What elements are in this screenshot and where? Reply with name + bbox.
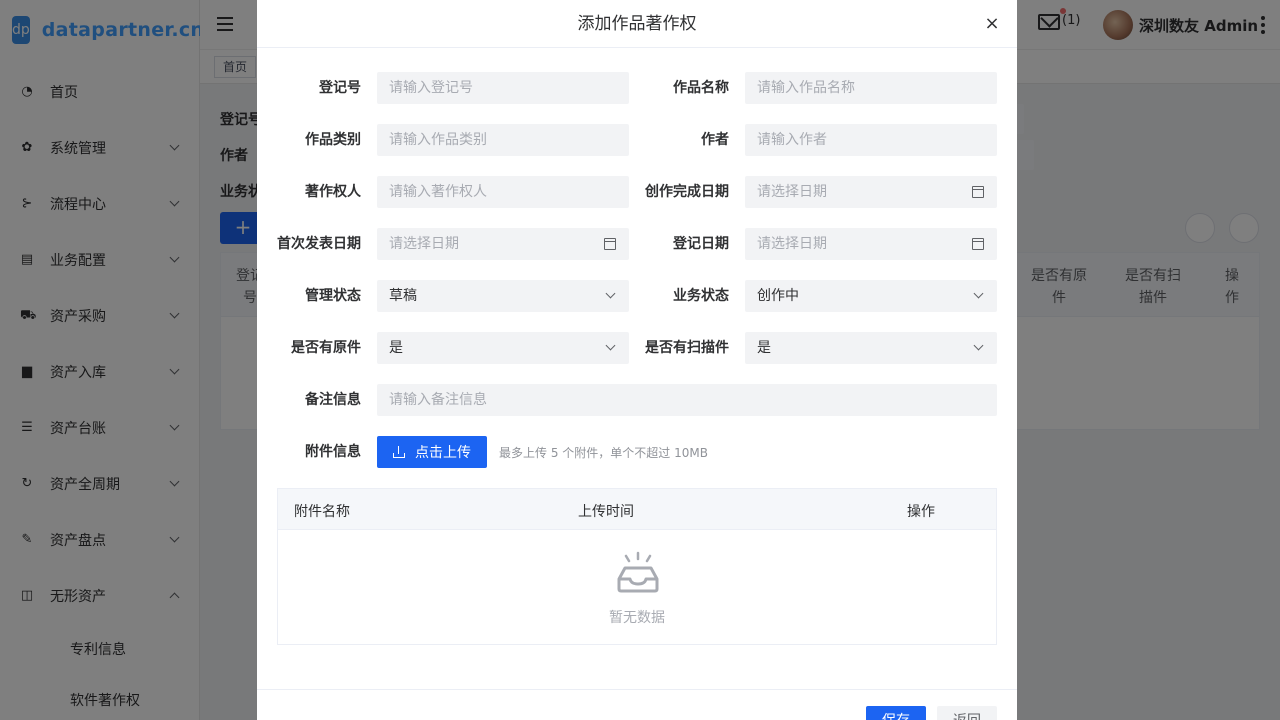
- field-label: 备注信息: [305, 392, 361, 408]
- upload-tip: 最多上传 5 个附件，单个不超过 10MB: [499, 446, 708, 460]
- publish-date-picker[interactable]: [377, 228, 629, 260]
- upload-button[interactable]: 点击上传: [377, 436, 487, 468]
- field-label: 著作权人: [305, 184, 361, 200]
- table-column-header: 附件名称: [294, 504, 350, 520]
- table-column-header: 上传时间: [578, 504, 634, 520]
- owner-input[interactable]: [377, 176, 629, 208]
- dialog-title: 添加作品著作权: [257, 0, 1017, 48]
- has-original-select[interactable]: 是: [377, 332, 629, 364]
- calendar-icon[interactable]: [972, 186, 984, 198]
- field-label: 首次发表日期: [277, 236, 361, 252]
- reg-date-picker[interactable]: [745, 228, 997, 260]
- field-label: 创作完成日期: [645, 184, 729, 200]
- close-icon[interactable]: ×: [984, 14, 1000, 34]
- calendar-icon[interactable]: [604, 238, 616, 250]
- empty-text: 暂无数据: [609, 610, 665, 626]
- dialog-footer: 保存 返回: [257, 689, 1017, 720]
- field-label: 作者: [701, 132, 729, 148]
- field-label: 是否有原件: [291, 340, 361, 356]
- field-label: 业务状态: [673, 288, 729, 304]
- calendar-icon[interactable]: [972, 238, 984, 250]
- upload-icon: [393, 446, 405, 458]
- remark-input[interactable]: [377, 384, 997, 416]
- complete-date-picker[interactable]: [745, 176, 997, 208]
- field-label: 登记日期: [673, 236, 729, 252]
- biz-status-select[interactable]: 创作中: [745, 280, 997, 312]
- upload-button-label: 点击上传: [415, 445, 471, 461]
- attachment-table: 附件名称 上传时间 操作 暂无数据: [277, 488, 997, 645]
- category-input[interactable]: [377, 124, 629, 156]
- manage-status-select[interactable]: 草稿: [377, 280, 629, 312]
- reg-no-input[interactable]: [377, 72, 629, 104]
- field-label: 附件信息: [305, 444, 361, 460]
- table-header: 附件名称 上传时间 操作: [278, 489, 996, 530]
- table-column-header: 操作: [907, 504, 935, 520]
- author-input[interactable]: [745, 124, 997, 156]
- field-label: 作品名称: [673, 80, 729, 96]
- field-label: 作品类别: [305, 132, 361, 148]
- add-copyright-dialog: 添加作品著作权 × 登记号 作品名称 作品类别 作者 著作权人 创作完成日期 首…: [257, 0, 1017, 720]
- save-button[interactable]: 保存: [866, 706, 926, 720]
- back-button[interactable]: 返回: [937, 706, 997, 720]
- empty-box-icon: [617, 551, 659, 593]
- field-label: 是否有扫描件: [645, 340, 729, 356]
- field-label: 登记号: [319, 80, 361, 96]
- work-name-input[interactable]: [745, 72, 997, 104]
- field-label: 管理状态: [305, 288, 361, 304]
- has-scan-select[interactable]: 是: [745, 332, 997, 364]
